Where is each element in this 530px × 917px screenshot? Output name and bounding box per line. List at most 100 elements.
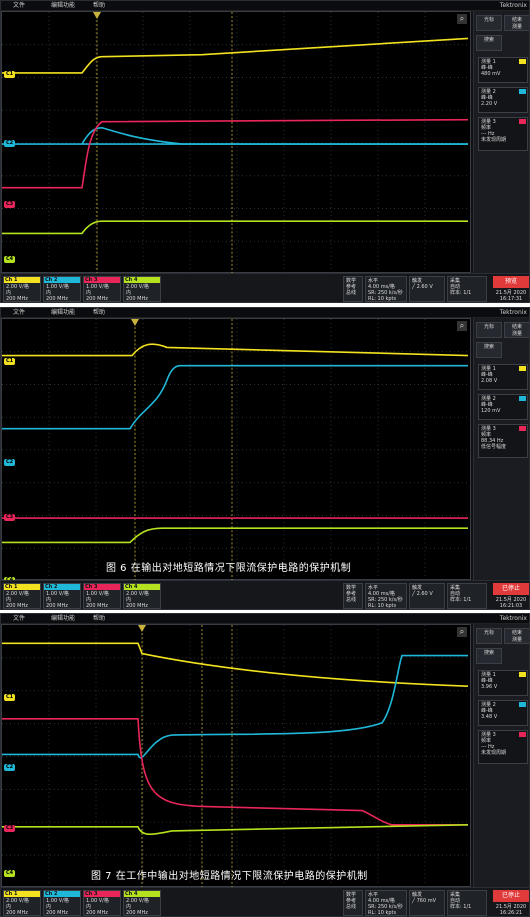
channel-2-settings[interactable]: Ch 2 1.00 V/格内 200 MHz [43,583,81,609]
measurement-1[interactable]: 测量 1 峰-峰 3.96 V [478,670,528,696]
menu-file[interactable]: 文件 [13,1,25,11]
channel-name: Ch 3 [84,891,120,897]
clock: 21.5月 2020 16:26:21 [493,904,529,916]
channel-name: Ch 3 [84,584,120,590]
end-measure-button[interactable]: 结束 测量 [504,15,529,31]
side-panel: 光标 结束 测量 搜索测量 1 峰-峰 3.96 V 测量 2 峰-峰 3.48 V 测量 3频… [473,624,529,887]
channel-marker-2[interactable]: C2 [4,763,16,771]
channel-marker-2[interactable]: C2 [4,459,16,467]
channel-bandwidth: 200 MHz [86,296,108,302]
zoom-icon[interactable]: ⌕ [457,627,467,637]
measurement-2[interactable]: 测量 2 峰-峰 3.48 V [478,700,528,726]
menu-help[interactable]: 帮助 [93,1,105,11]
trigger-level: ╱ 2.60 V [412,284,433,290]
cursor-button[interactable]: 光标 [476,628,502,644]
horizontal-settings[interactable]: 水平 4.00 ms/格 SR: 250 k/s/秒 RL: 10 kpts [365,276,407,302]
clock: 21.5月 2020 16:21:03 [493,597,529,609]
channel-name: Ch 4 [124,584,160,590]
ch4-trace [2,220,468,235]
menu-edit[interactable]: 编辑功能 [51,308,75,318]
channel-name: Ch 2 [44,584,80,590]
waveform-display[interactable]: ⌕C1C2C3C4 [1,318,472,584]
oscilloscope-panel-3: 文件 编辑功能 帮助 Tektronix ⌕ C1 C2 C3 C4 图 7 在工作中输出对地短路… [0,613,530,917]
end-measure-button[interactable]: 结束 测量 [504,322,529,338]
channel-marker-4[interactable]: C4 [4,255,16,263]
channel-marker-3[interactable]: C3 [4,514,16,522]
zoom-icon[interactable]: ⌕ [457,321,467,331]
menu-help[interactable]: 帮助 [93,308,105,318]
channel-marker-1[interactable]: C1 [4,694,16,702]
measurement-3[interactable]: 测量 3 频率 --- Hz 未发现周期 [478,117,528,151]
math-ref-bus-button[interactable]: 数学 参考 总线 [343,276,363,302]
waveform-display[interactable]: ⌕ C1 C2 C3 C4 [1,11,472,274]
search-button[interactable]: 搜索 [476,35,502,51]
channel-2-settings[interactable]: Ch 2 1.00 V/格内 200 MHz [43,276,81,302]
channel-bandwidth: 200 MHz [6,296,28,302]
channel-marker-4[interactable]: C4 [4,869,16,877]
run-stop-button[interactable]: 预览 [493,276,529,288]
waveform-display[interactable]: ⌕ C1 C2 C3 C4 [1,624,472,888]
channel-4-settings[interactable]: Ch 4 2.00 V/格内 200 MHz [123,583,161,609]
figure-caption: 图 7 在工作中输出对地短路情况下限流保护电路的保护机制 [91,871,368,882]
channel-3-settings[interactable]: Ch 3 1.00 V/格内 200 MHz [83,890,121,916]
menu-edit[interactable]: 编辑功能 [51,614,75,624]
horizontal-settings[interactable]: 水平 4.00 ms/格 SR: 250 k/s/秒 RL: 10 kpts [365,583,407,609]
ch4-trace [2,527,468,544]
math-ref-bus-button[interactable]: 数学 参考 总线 [343,583,363,609]
record-length: RL: 10 kpts [368,910,397,916]
zoom-icon[interactable]: ⌕ [457,14,467,24]
run-stop-button[interactable]: 已停止 [493,583,529,595]
menu-file[interactable]: 文件 [13,614,25,624]
trigger-settings[interactable]: 触发 ╱ 760 mV [409,890,445,916]
measurement-channel-tag [519,732,526,737]
acquisition-settings[interactable]: 采集 自动 样本: 1/1 [447,583,487,609]
channel-1-settings[interactable]: Ch 1 2.00 V/格内 200 MHz [3,890,41,916]
cursor-button[interactable]: 光标 [476,15,502,31]
trigger-settings[interactable]: 触发 ╱ 2.60 V [409,276,445,302]
measurement-3[interactable]: 测量 3 频率 --- Hz 未发现周期 [478,730,528,764]
ch2-trace [2,654,468,759]
channel-1-settings[interactable]: Ch 1 2.00 V/格内 200 MHz [3,583,41,609]
search-button[interactable]: 搜索 [476,342,502,358]
channel-2-settings[interactable]: Ch 2 1.00 V/格内 200 MHz [43,890,81,916]
math-ref-bus-button[interactable]: 数学 参考 总线 [343,890,363,916]
measurement-note: 未发现周期 [481,137,507,143]
horizontal-settings[interactable]: 水平 4.00 ms/格 SR: 250 k/s/秒 RL: 10 kpts [365,890,407,916]
measurement-channel-tag [519,672,526,677]
cursor-button[interactable]: 光标 [476,322,502,338]
channel-3-settings[interactable]: Ch 3 1.00 V/格内 200 MHz [83,583,121,609]
run-stop-button[interactable]: 已停止 [493,890,529,902]
channel-marker-3[interactable]: C3 [4,200,16,208]
measurement-1[interactable]: 测量 1 峰-峰 480 mV [478,57,528,83]
channel-bandwidth: 200 MHz [46,910,68,916]
channel-name: Ch 2 [44,277,80,283]
search-button[interactable]: 搜索 [476,648,502,664]
status-bar: Ch 1 2.00 V/格内 200 MHz Ch 2 1.00 V/格内 200 MHz… [1,580,529,609]
channel-marker-1[interactable]: C1 [4,70,16,78]
channel-4-settings[interactable]: Ch 4 2.00 V/格内 200 MHz [123,890,161,916]
channel-marker-3[interactable]: C3 [4,824,16,832]
acquisition-settings[interactable]: 采集 自动 样本: 1/1 [447,276,487,302]
channel-bandwidth: 200 MHz [86,603,108,609]
measurement-2[interactable]: 测量 2 峰-峰 120 mV [478,394,528,420]
measurement-channel-tag [519,366,526,371]
channel-4-settings[interactable]: Ch 4 2.00 V/格内 200 MHz [123,276,161,302]
measurement-2[interactable]: 测量 2 峰-峰 2.20 V [478,87,528,113]
menu-edit[interactable]: 编辑功能 [51,1,75,11]
measurement-value: 2.20 V [481,101,498,107]
channel-3-settings[interactable]: Ch 3 1.00 V/格内 200 MHz [83,276,121,302]
trigger-settings[interactable]: 触发 ╱ 2.60 V [409,583,445,609]
acquisition-settings[interactable]: 采集 自动 样本: 1/1 [447,890,487,916]
acq-count: 样本: 1/1 [450,597,472,603]
channel-bandwidth: 200 MHz [6,910,28,916]
channel-marker-1[interactable]: C1 [4,357,16,365]
channel-1-settings[interactable]: Ch 1 2.00 V/格内 200 MHz [3,276,41,302]
ch1-trace [2,37,469,74]
measurement-3[interactable]: 测量 3 频率 88.34 Hz 低信号幅度 [478,424,528,458]
waveform-svg [2,319,472,581]
menu-help[interactable]: 帮助 [93,614,105,624]
menu-file[interactable]: 文件 [13,308,25,318]
channel-marker-2[interactable]: C2 [4,140,16,147]
measurement-1[interactable]: 测量 1 峰-峰 2.08 V [478,364,528,390]
end-measure-button[interactable]: 结束 测量 [504,628,529,644]
